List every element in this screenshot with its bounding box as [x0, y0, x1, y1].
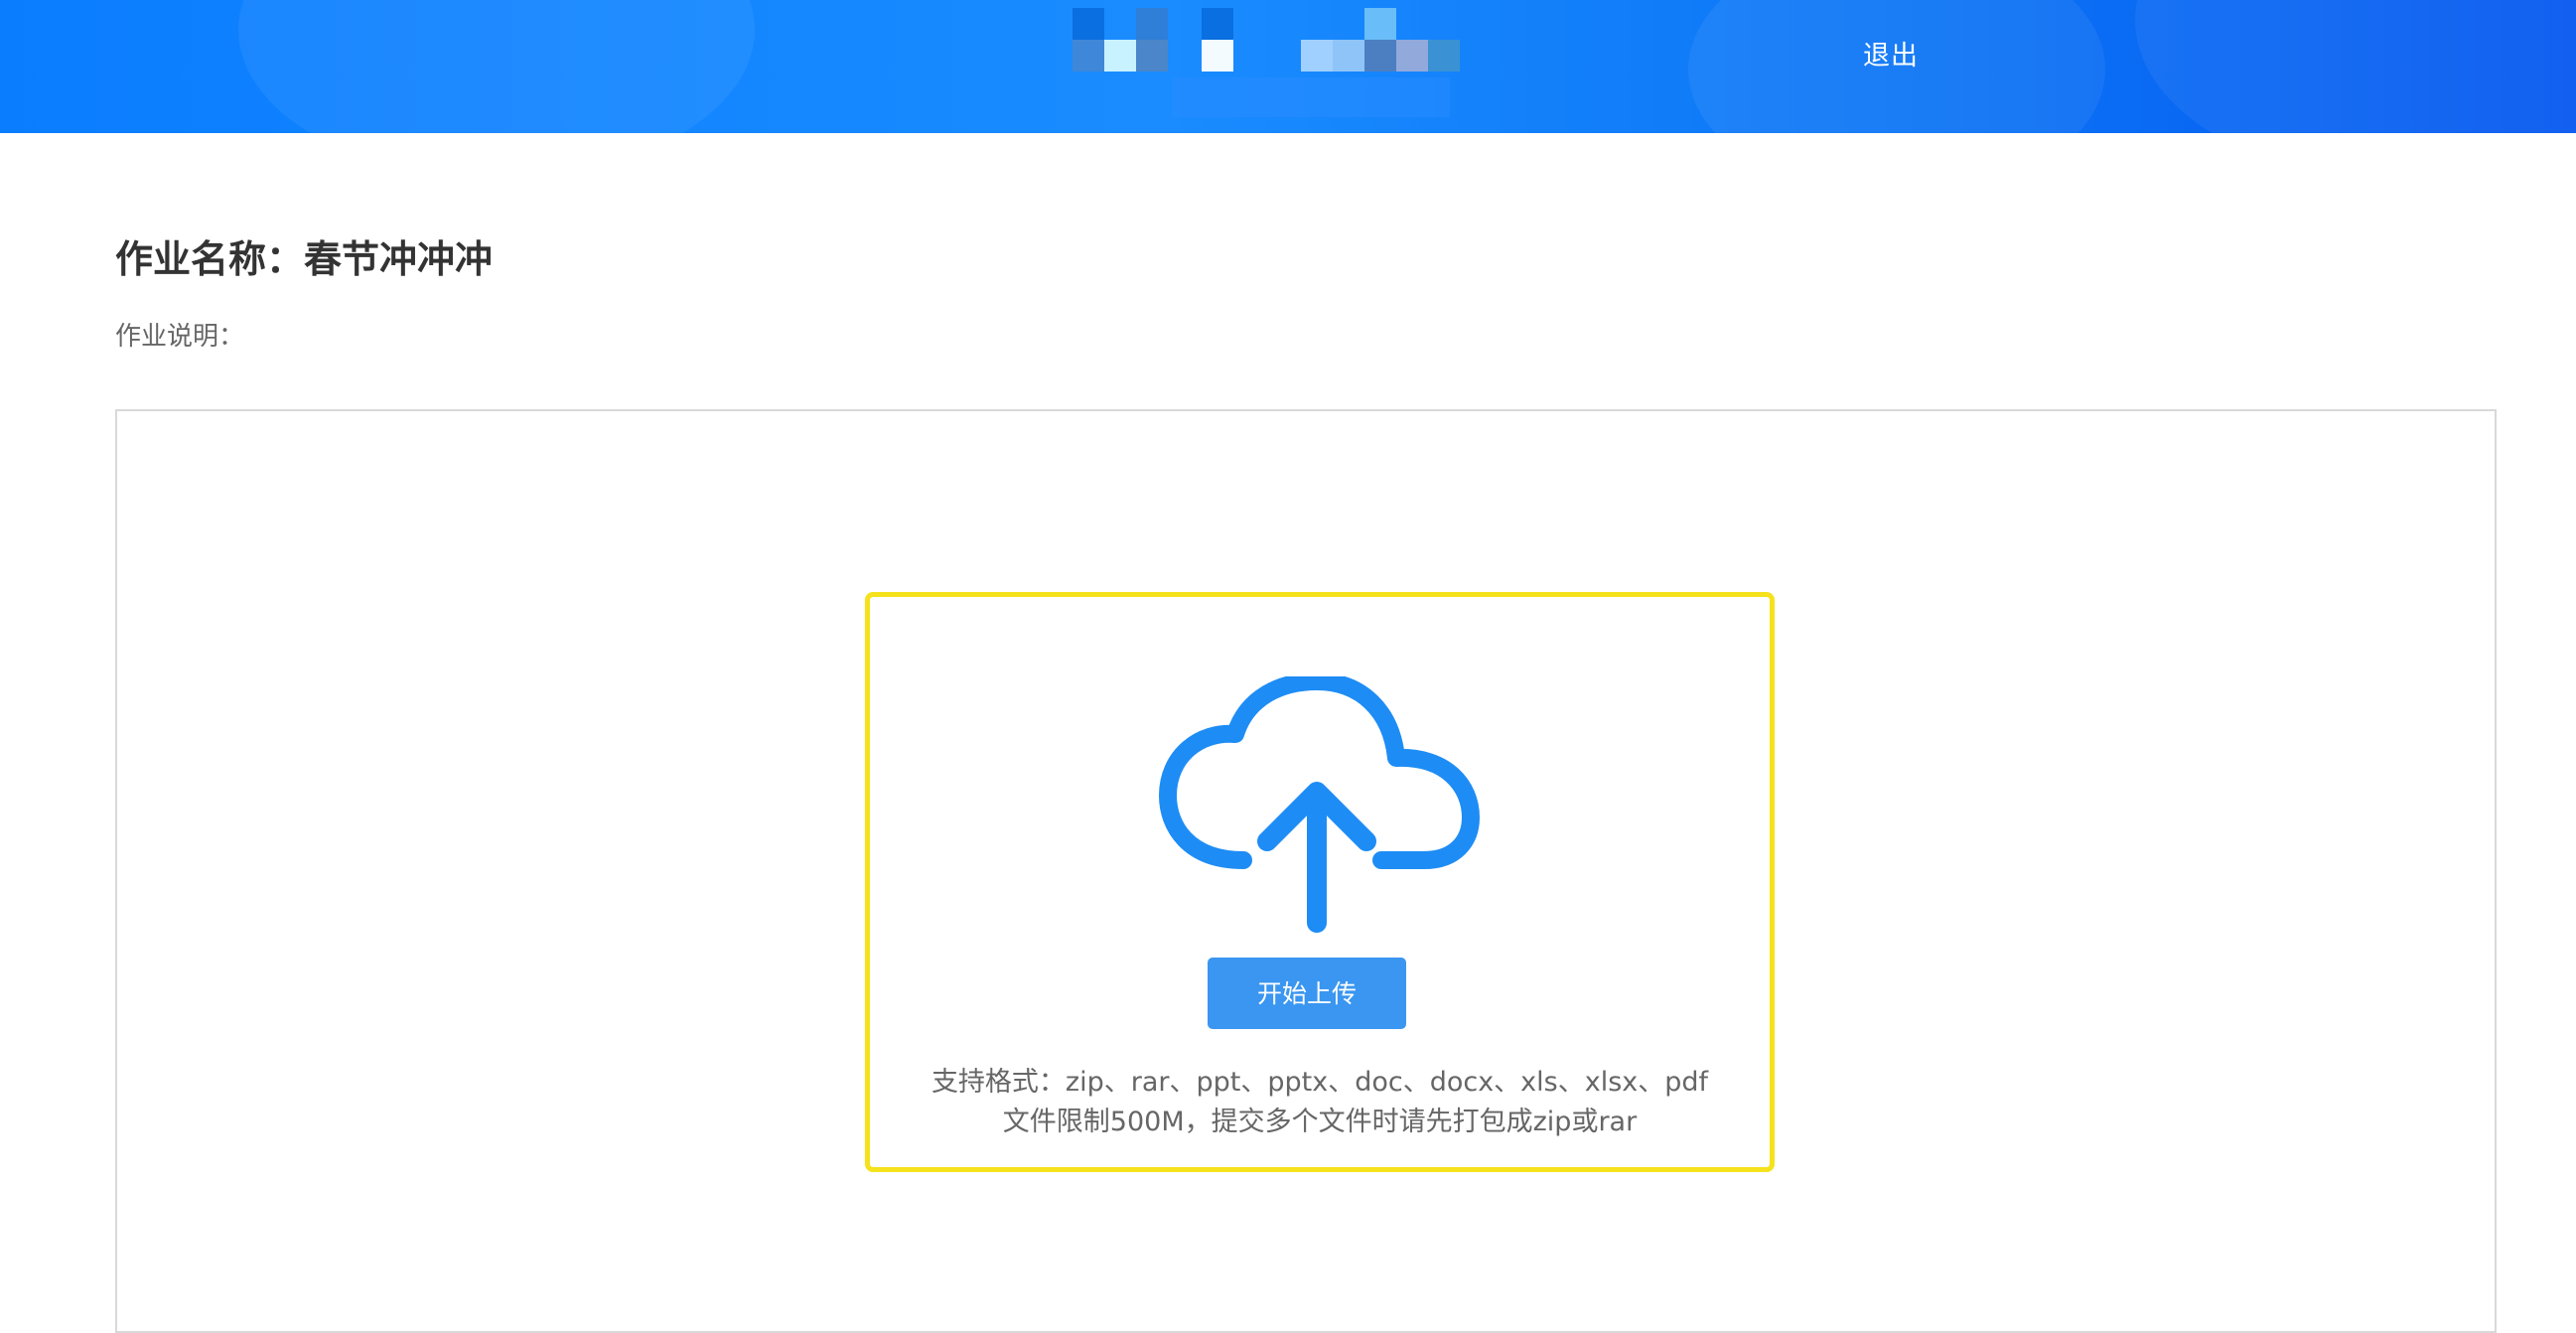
assignment-title: 作业名称：春节冲冲冲: [115, 237, 494, 281]
file-limit-text: 文件限制500M，提交多个文件时请先打包成zip或rar: [1002, 1107, 1638, 1137]
cloud-upload-icon[interactable]: [1158, 676, 1486, 935]
upload-drop-zone[interactable]: 开始上传 支持格式：zip、rar、ppt、pptx、doc、docx、xls、…: [865, 592, 1775, 1172]
start-upload-button[interactable]: 开始上传: [1208, 958, 1406, 1029]
header-decoration: [238, 0, 755, 133]
site-logo[interactable]: [1073, 8, 1470, 127]
top-header-bar: 退出: [0, 0, 2576, 133]
header-decoration: [2135, 0, 2576, 133]
supported-formats-text: 支持格式：zip、rar、ppt、pptx、doc、docx、xls、xlsx、…: [930, 1067, 1709, 1098]
logout-link[interactable]: 退出: [1863, 34, 1919, 73]
assignment-description-label: 作业说明：: [115, 322, 245, 352]
